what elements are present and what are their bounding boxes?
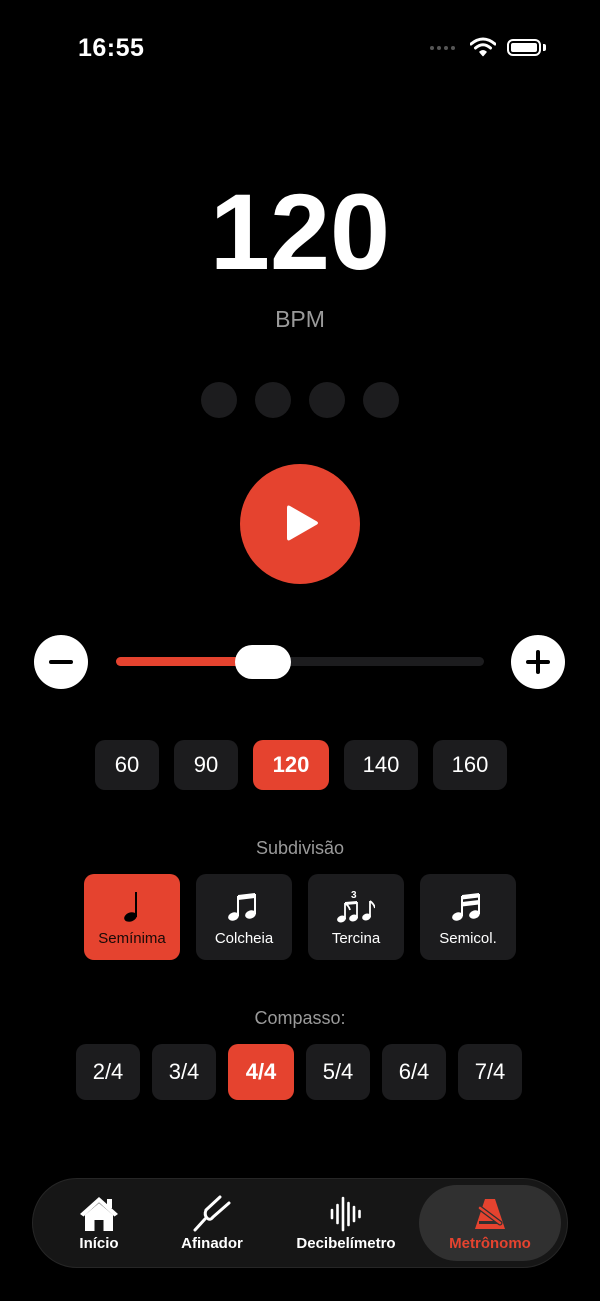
tab-metronomo[interactable]: Metrônomo bbox=[419, 1185, 561, 1261]
metronome-icon bbox=[475, 1199, 505, 1229]
tab-inicio[interactable]: Início bbox=[37, 1185, 161, 1261]
subdivision-semicolcheia-button[interactable]: Semicol. bbox=[420, 874, 516, 960]
quarter-note-icon bbox=[124, 892, 137, 922]
tab-label-decibelimetro: Decibelímetro bbox=[296, 1235, 396, 1252]
bpm-unit-label: BPM bbox=[275, 306, 325, 332]
time-signature-label: Compasso: bbox=[254, 1008, 346, 1028]
beat-indicator bbox=[309, 382, 345, 418]
decrease-bpm-button[interactable] bbox=[34, 635, 88, 689]
preset-160-button[interactable]: 160 bbox=[433, 740, 507, 790]
tab-label-metronomo: Metrônomo bbox=[449, 1235, 531, 1252]
tempo-slider-track[interactable] bbox=[116, 657, 484, 666]
time-signature-3-4-button[interactable]: 3/4 bbox=[152, 1044, 216, 1100]
tab-label-inicio: Início bbox=[79, 1235, 119, 1252]
beat-indicator bbox=[255, 382, 291, 418]
time-signature-4-4-button[interactable]: 4/4 bbox=[228, 1044, 294, 1100]
triplet-icon: 3 bbox=[337, 890, 375, 923]
beat-indicator bbox=[363, 382, 399, 418]
eighth-notes-icon bbox=[228, 893, 256, 921]
time-signature-7-4-button[interactable]: 7/4 bbox=[458, 1044, 522, 1100]
subdivision-label: Subdivisão bbox=[255, 838, 345, 858]
sixteenth-notes-icon bbox=[452, 893, 480, 921]
status-time: 16:55 bbox=[78, 34, 145, 62]
cellular-signal-icon bbox=[430, 46, 455, 50]
beat-indicators bbox=[201, 382, 399, 418]
subdivision-label-colcheia: Colcheia bbox=[214, 930, 274, 947]
tempo-slider-thumb[interactable] bbox=[235, 645, 292, 679]
subdivision-label-seminima: Semínima bbox=[98, 930, 166, 947]
tab-bar: Início Afinador Decibelímetro Metrônomo bbox=[32, 1178, 568, 1268]
time-signature-6-4-button[interactable]: 6/4 bbox=[382, 1044, 446, 1100]
battery-tip bbox=[543, 44, 546, 51]
beat-indicator bbox=[201, 382, 237, 418]
tab-afinador[interactable]: Afinador bbox=[157, 1185, 267, 1261]
preset-120-button[interactable]: 120 bbox=[253, 740, 329, 790]
increase-bpm-button[interactable] bbox=[511, 635, 565, 689]
home-icon bbox=[80, 1197, 118, 1231]
preset-60-button[interactable]: 60 bbox=[95, 740, 159, 790]
subdivision-label-semicolcheia: Semicol. bbox=[439, 930, 497, 947]
subdivision-options: Semínima Colcheia 3 Tercina Semicol. bbox=[84, 874, 516, 960]
play-icon bbox=[287, 505, 318, 541]
preset-140-button[interactable]: 140 bbox=[344, 740, 418, 790]
svg-text:3: 3 bbox=[351, 890, 357, 901]
subdivision-seminima-button[interactable]: Semínima bbox=[84, 874, 180, 960]
time-signature-options: 2/4 3/4 4/4 5/4 6/4 7/4 bbox=[76, 1044, 522, 1100]
subdivision-tercina-button[interactable]: 3 Tercina bbox=[308, 874, 404, 960]
tuning-fork-icon bbox=[193, 1195, 231, 1232]
battery-icon bbox=[507, 39, 541, 56]
bpm-value: 120 bbox=[209, 171, 391, 292]
minus-icon bbox=[49, 660, 73, 664]
tab-label-afinador: Afinador bbox=[181, 1235, 243, 1252]
wifi-icon bbox=[470, 37, 496, 57]
tab-decibelimetro[interactable]: Decibelímetro bbox=[283, 1185, 409, 1261]
play-button[interactable] bbox=[240, 464, 360, 584]
subdivision-colcheia-button[interactable]: Colcheia bbox=[196, 874, 292, 960]
time-signature-2-4-button[interactable]: 2/4 bbox=[76, 1044, 140, 1100]
time-signature-5-4-button[interactable]: 5/4 bbox=[306, 1044, 370, 1100]
bpm-presets: 60 90 120 140 160 bbox=[95, 740, 507, 790]
subdivision-label-tercina: Tercina bbox=[331, 930, 381, 947]
preset-90-button[interactable]: 90 bbox=[174, 740, 238, 790]
waveform-icon bbox=[330, 1196, 361, 1232]
